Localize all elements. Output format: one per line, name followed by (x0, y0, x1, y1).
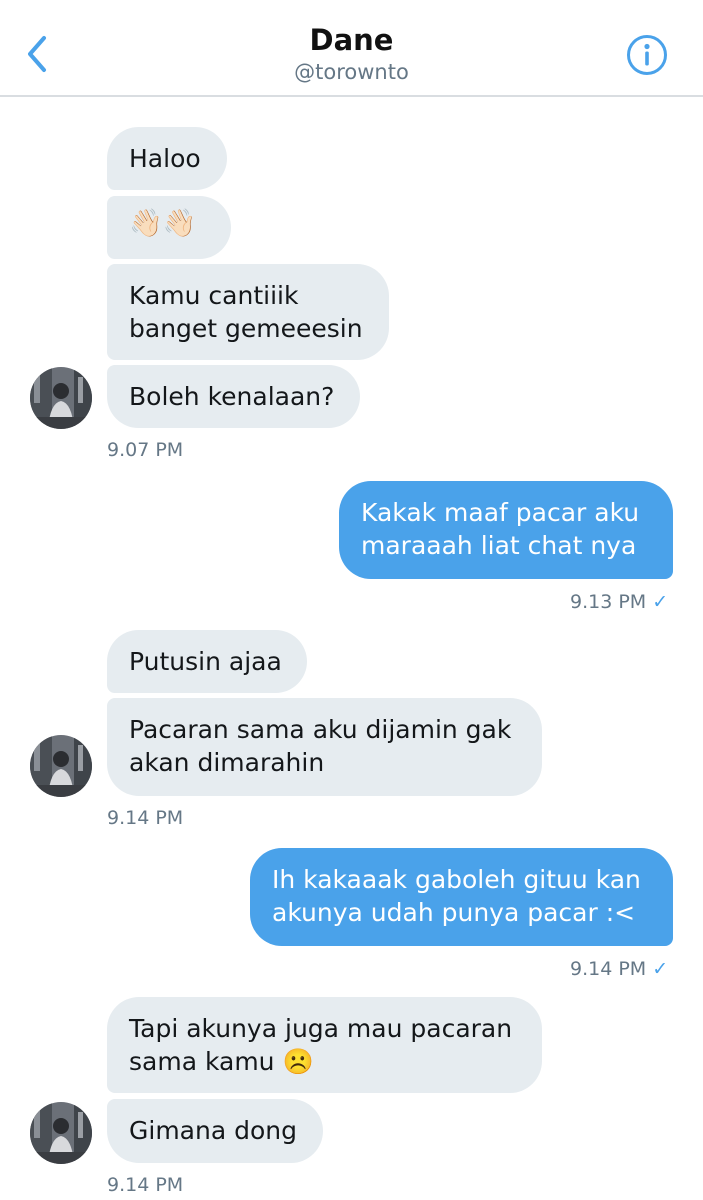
avatar[interactable] (30, 367, 92, 429)
timestamp-text: 9.13 PM (570, 591, 647, 613)
timestamp: 9.14 PM (107, 807, 184, 829)
message-text-line: Tapi akunya juga mau pacaran (129, 1014, 513, 1043)
message-text: 👋🏻👋🏻 (129, 208, 197, 239)
message-text: Boleh kenalaan? (129, 382, 335, 411)
check-icon: ✓ (652, 591, 669, 613)
message-text-line: banget gemeeesin (129, 314, 363, 343)
timestamp: 9.07 PM (107, 439, 184, 461)
timestamp: 9.14 PM (107, 1174, 184, 1196)
incoming-message[interactable]: Putusin ajaa (107, 630, 307, 693)
message-text-line: akunya udah punya pacar :< (272, 898, 636, 927)
message-text-line: Kamu cantiiik (129, 281, 299, 310)
message-text-line: Pacaran sama aku dijamin gak (129, 715, 512, 744)
timestamp-text: 9.14 PM (570, 958, 647, 980)
timestamp: 9.13 PM ✓ (570, 590, 668, 614)
incoming-message[interactable]: Pacaran sama aku dijamin gak akan dimara… (107, 698, 542, 796)
info-button[interactable] (626, 34, 668, 76)
conversation-title-block[interactable]: Dane @torownto (0, 22, 703, 86)
message-text-line: Ih kakaaak gaboleh gituu kan (272, 865, 641, 894)
outgoing-message[interactable]: Kakak maaf pacar aku maraaah liat chat n… (339, 481, 673, 579)
incoming-message[interactable]: Haloo (107, 127, 227, 190)
incoming-message[interactable]: Kamu cantiiik banget gemeeesin (107, 264, 389, 360)
avatar[interactable] (30, 1102, 92, 1164)
incoming-message[interactable]: Gimana dong (107, 1099, 323, 1163)
conversation-header: Dane @torownto (0, 0, 703, 97)
avatar-image (30, 735, 92, 797)
avatar-image (30, 1102, 92, 1164)
message-text: Gimana dong (129, 1116, 297, 1145)
info-circle-icon (627, 35, 667, 75)
message-text-line: akan dimarahin (129, 748, 325, 777)
incoming-message[interactable]: 👋🏻👋🏻 (107, 196, 231, 259)
message-text-line: Kakak maaf pacar aku (361, 498, 640, 527)
message-text: Putusin ajaa (129, 647, 282, 676)
avatar[interactable] (30, 735, 92, 797)
message-text: Haloo (129, 144, 201, 173)
avatar-image (30, 367, 92, 429)
conversation-title: Dane (309, 23, 394, 57)
incoming-message[interactable]: Boleh kenalaan? (107, 365, 360, 428)
message-text-line: maraaah liat chat nya (361, 531, 637, 560)
conversation-handle: @torownto (294, 60, 409, 84)
check-icon: ✓ (652, 958, 669, 980)
message-text-line: sama kamu ☹️ (129, 1047, 314, 1076)
incoming-message[interactable]: Tapi akunya juga mau pacaran sama kamu ☹… (107, 997, 542, 1093)
timestamp: 9.14 PM ✓ (570, 957, 668, 981)
outgoing-message[interactable]: Ih kakaaak gaboleh gituu kan akunya udah… (250, 848, 673, 946)
